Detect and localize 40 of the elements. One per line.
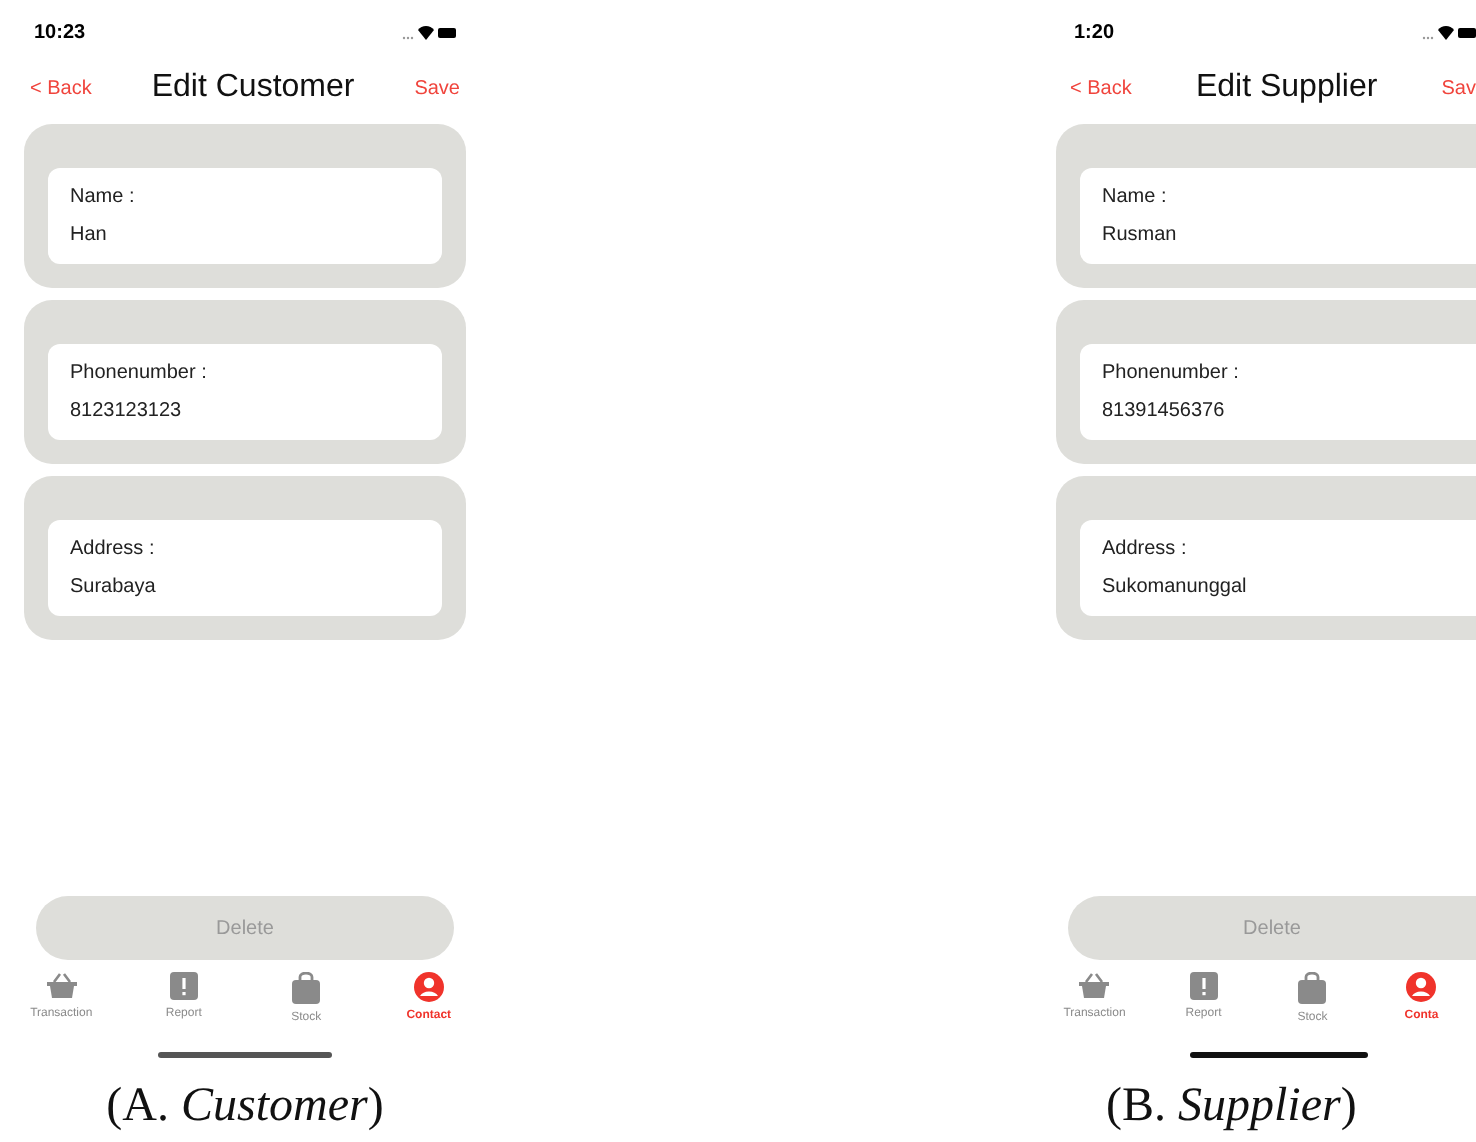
alert-square-icon xyxy=(169,972,198,1000)
field-label: Address : xyxy=(1102,536,1189,564)
person-icon xyxy=(1406,972,1437,1002)
bag-icon xyxy=(292,972,321,1004)
field-value: Surabaya xyxy=(70,574,158,602)
field-value: Rusman xyxy=(1102,222,1179,250)
text-field[interactable]: Name : Han xyxy=(48,168,442,264)
bag-icon xyxy=(1298,972,1327,1004)
field-label: Phonenumber : xyxy=(70,360,209,388)
back-link[interactable]: < Back xyxy=(1070,73,1132,103)
field-value: 81391456376 xyxy=(1102,398,1227,426)
field-value: Han xyxy=(70,222,109,250)
text-field[interactable]: Name : Rusman xyxy=(1080,168,1476,264)
save-button[interactable]: Sav xyxy=(1441,73,1476,103)
page-title: Edit Customer xyxy=(151,68,355,108)
figure-caption: (B. Supplier) xyxy=(1106,1078,1357,1136)
page-title: Edit Supplier xyxy=(1195,68,1378,108)
field-value: 8123123123 xyxy=(70,398,184,426)
field-label: Phonenumber : xyxy=(1102,360,1241,388)
field-label: Name : xyxy=(1102,184,1169,212)
basket-icon xyxy=(1078,972,1111,1000)
field-label: Address : xyxy=(70,536,157,564)
text-field[interactable]: Address : Surabaya xyxy=(48,520,442,616)
status-icons xyxy=(1420,24,1476,40)
text-field[interactable]: Address : Sukomanunggal xyxy=(1080,520,1476,616)
status-icons xyxy=(400,24,456,40)
alert-square-icon xyxy=(1189,972,1218,1000)
delete-button[interactable]: Delete xyxy=(1068,896,1476,960)
field-label: Name : xyxy=(70,184,137,212)
text-field[interactable]: Phonenumber : 8123123123 xyxy=(48,344,442,440)
person-icon xyxy=(413,972,444,1002)
field-value: Sukomanunggal xyxy=(1102,574,1249,602)
basket-icon xyxy=(45,972,78,1000)
save-button[interactable]: Save xyxy=(414,73,460,103)
delete-button[interactable]: Delete xyxy=(36,896,454,960)
status-time: 1:20 xyxy=(1074,19,1115,47)
back-link[interactable]: < Back xyxy=(30,73,92,103)
text-field[interactable]: Phonenumber : 81391456376 xyxy=(1080,344,1476,440)
figure-caption: (A. Customer) xyxy=(106,1078,384,1136)
status-time: 10:23 xyxy=(34,19,86,47)
